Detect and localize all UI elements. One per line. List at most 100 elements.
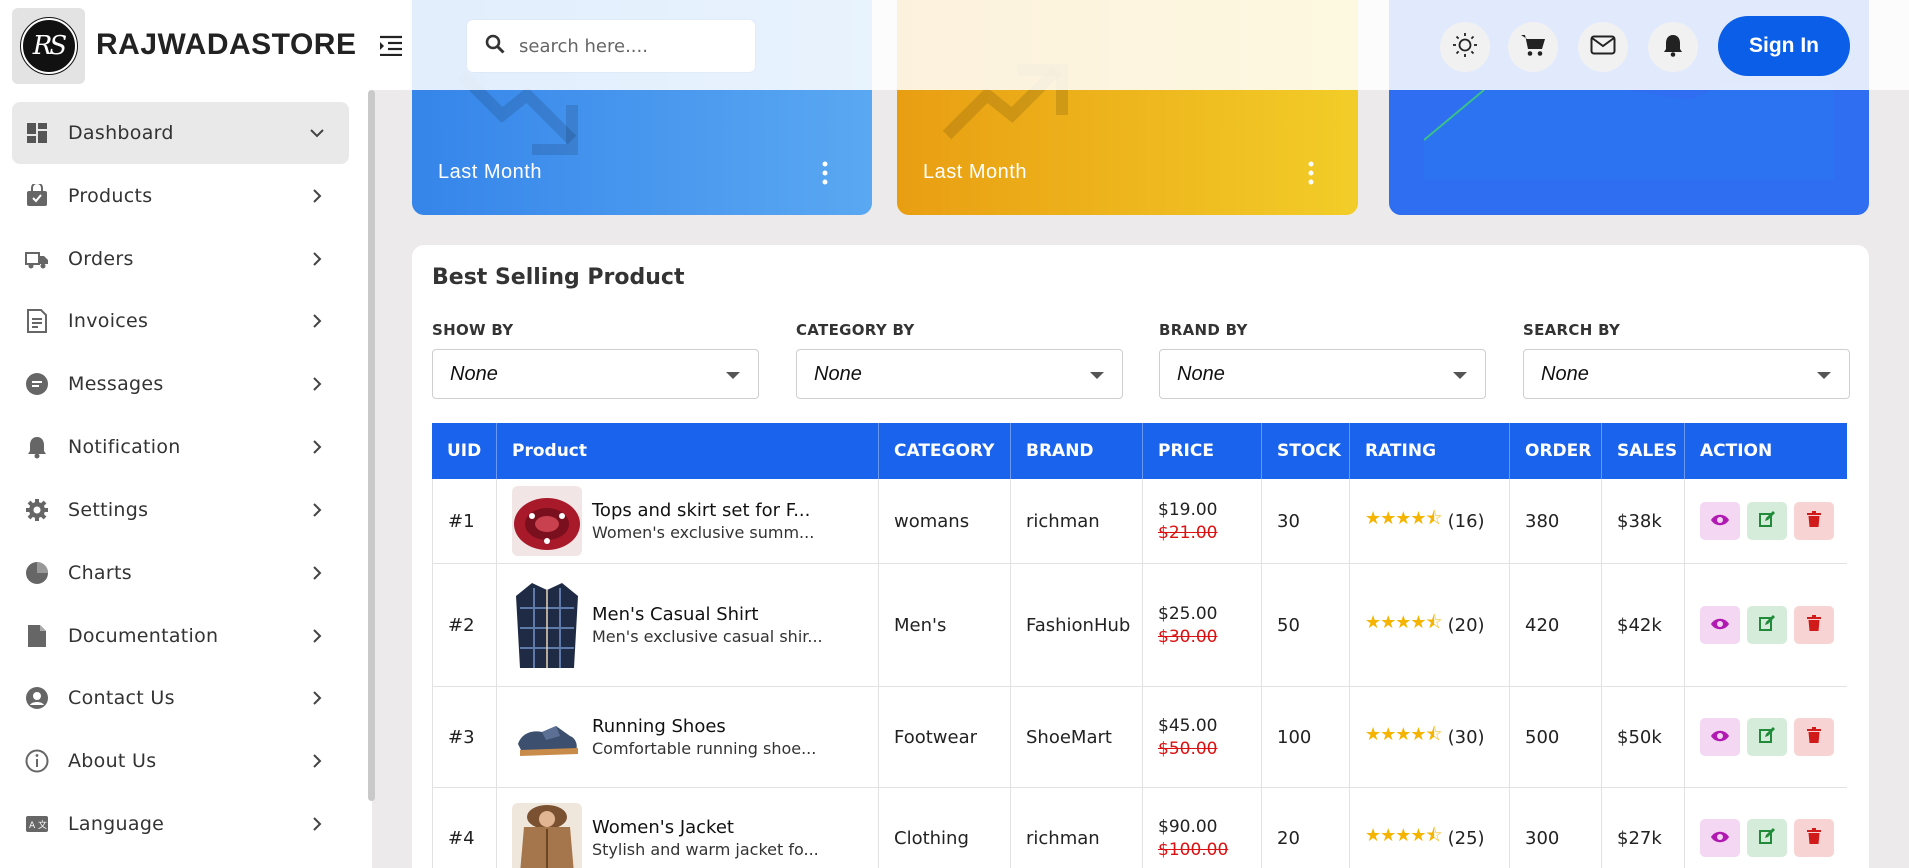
table-row[interactable]: #2 Men's Casual Shirt Men's exclusive ca… (432, 564, 1847, 687)
price-original: $100.00 (1158, 839, 1229, 860)
more-vertical-icon[interactable] (820, 160, 830, 186)
eye-icon (1710, 615, 1730, 636)
notifications-button[interactable] (1648, 22, 1698, 72)
brand-by-select[interactable]: None (1159, 349, 1486, 399)
sidebar-item-dashboard[interactable]: Dashboard (12, 102, 349, 164)
col-price[interactable]: PRICE (1143, 423, 1262, 479)
product-thumbnail (512, 702, 582, 772)
sidebar-item-products[interactable]: Products (12, 165, 349, 227)
logo[interactable]: RS (12, 8, 85, 84)
category-by-select[interactable]: None (796, 349, 1123, 399)
sidebar-item-label: Messages (68, 373, 164, 395)
cell-category: Clothing (879, 788, 1011, 868)
trash-icon (1807, 614, 1821, 636)
sidebar-item-settings[interactable]: Settings (12, 479, 349, 541)
col-uid[interactable]: UID (432, 423, 497, 479)
view-button[interactable] (1700, 718, 1740, 756)
product-name[interactable]: Men's Casual Shirt (592, 604, 823, 625)
svg-text:文: 文 (38, 819, 47, 831)
cell-product: Tops and skirt set for F... Women's excl… (497, 479, 879, 563)
sidebar-item-contact-us[interactable]: Contact Us (12, 667, 349, 729)
delete-button[interactable] (1794, 502, 1834, 540)
delete-button[interactable] (1794, 606, 1834, 644)
cell-brand: FashionHub (1011, 564, 1143, 686)
col-sales[interactable]: SALES (1602, 423, 1685, 479)
select-value: None (1541, 362, 1589, 385)
truck-icon (24, 246, 50, 272)
view-button[interactable] (1700, 606, 1740, 644)
table-row[interactable]: #3 Running Shoes Comfortable running sho… (432, 687, 1847, 788)
product-name[interactable]: Women's Jacket (592, 817, 819, 838)
price-original: $50.00 (1158, 738, 1218, 759)
sidebar-item-messages[interactable]: Messages (12, 353, 349, 415)
sign-in-button[interactable]: Sign In (1718, 16, 1850, 76)
cell-price: $45.00 $50.00 (1143, 687, 1262, 787)
select-value: None (814, 362, 862, 385)
price-current: $25.00 (1158, 603, 1218, 624)
menu-toggle-icon[interactable] (376, 30, 406, 60)
eye-icon (1710, 828, 1730, 849)
delete-button[interactable] (1794, 718, 1834, 756)
cell-category: Footwear (879, 687, 1011, 787)
view-button[interactable] (1700, 502, 1740, 540)
messages-button[interactable] (1578, 22, 1628, 72)
theme-toggle-button[interactable] (1440, 22, 1490, 72)
filter-label: CATEGORY BY (796, 321, 915, 339)
col-stock[interactable]: STOCK (1262, 423, 1350, 479)
view-button[interactable] (1700, 819, 1740, 857)
delete-button[interactable] (1794, 819, 1834, 857)
filter-search-by: SEARCH BY None (1523, 321, 1850, 399)
edit-icon (1759, 827, 1775, 849)
chevron-right-icon (307, 249, 327, 269)
caret-down-icon (726, 372, 740, 379)
sidebar-item-label: Invoices (68, 310, 149, 332)
cell-actions (1685, 687, 1847, 787)
edit-button[interactable] (1747, 502, 1787, 540)
edit-button[interactable] (1747, 718, 1787, 756)
sidebar-item-about-us[interactable]: About Us (12, 730, 349, 792)
product-name[interactable]: Tops and skirt set for F... (592, 500, 814, 521)
col-order[interactable]: ORDER (1510, 423, 1602, 479)
chevron-right-icon (307, 374, 327, 394)
filter-label: SHOW BY (432, 321, 514, 339)
products-icon (24, 183, 50, 209)
product-name[interactable]: Running Shoes (592, 716, 816, 737)
table-row[interactable]: #1 Tops and skirt set for F... Women's e… (432, 479, 1847, 564)
col-rating[interactable]: RATING (1350, 423, 1510, 479)
chevron-right-icon (307, 751, 327, 771)
sidebar-item-charts[interactable]: Charts (12, 542, 349, 604)
sidebar-scrollbar[interactable] (368, 90, 375, 801)
edit-button[interactable] (1747, 606, 1787, 644)
sidebar-item-invoices[interactable]: Invoices (12, 290, 349, 352)
price-original: $30.00 (1158, 626, 1218, 647)
edit-icon (1759, 614, 1775, 636)
search-box[interactable] (467, 20, 755, 72)
sidebar-item-label: Orders (68, 248, 134, 270)
cell-stock: 50 (1262, 564, 1350, 686)
dashboard-icon (24, 120, 50, 146)
products-table: UID Product CATEGORY BRAND PRICE STOCK R… (432, 423, 1847, 868)
bell-icon (24, 434, 50, 460)
caret-down-icon (1090, 372, 1104, 379)
search-by-select[interactable]: None (1523, 349, 1850, 399)
mail-icon (1590, 35, 1616, 59)
more-vertical-icon[interactable] (1306, 160, 1316, 186)
cart-button[interactable] (1508, 22, 1558, 72)
search-input[interactable] (519, 35, 719, 57)
table-row[interactable]: #4 Women's Jacket Stylish and warm jacke… (432, 788, 1847, 868)
cell-brand: ShoeMart (1011, 687, 1143, 787)
col-product[interactable]: Product (497, 423, 879, 479)
col-brand[interactable]: BRAND (1011, 423, 1143, 479)
stat-label: Last Month (923, 161, 1027, 183)
col-category[interactable]: CATEGORY (879, 423, 1011, 479)
sidebar-item-orders[interactable]: Orders (12, 228, 349, 290)
document-icon (24, 623, 50, 649)
cell-rating: ★★★★⯪ (16) (1350, 479, 1510, 563)
cell-actions (1685, 788, 1847, 868)
edit-button[interactable] (1747, 819, 1787, 857)
show-by-select[interactable]: None (432, 349, 759, 399)
sidebar-item-notification[interactable]: Notification (12, 416, 349, 478)
sidebar-item-language[interactable]: A文 Language (12, 793, 349, 855)
product-description: Stylish and warm jacket fo... (592, 840, 819, 859)
sidebar-item-documentation[interactable]: Documentation (12, 605, 349, 667)
